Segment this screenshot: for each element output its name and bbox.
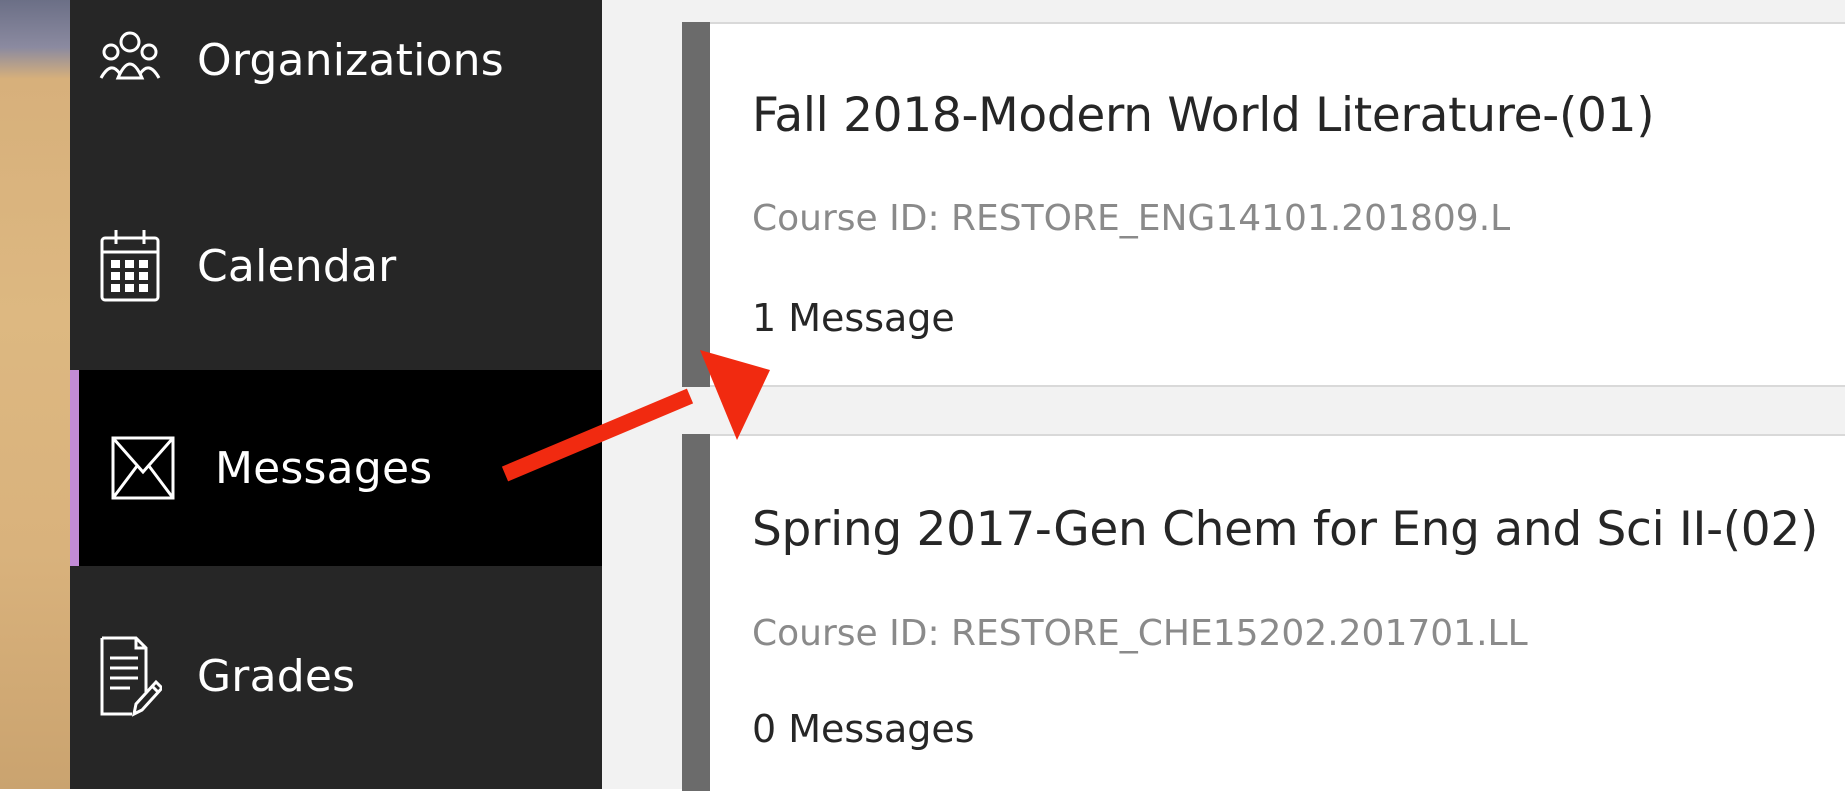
course-title[interactable]: Spring 2017-Gen Chem for Eng and Sci II-… xyxy=(752,502,1818,557)
sidebar-item-grades[interactable]: Grades xyxy=(70,578,602,774)
course-card[interactable]: Spring 2017-Gen Chem for Eng and Sci II-… xyxy=(682,434,1845,791)
sidebar-item-label: Messages xyxy=(215,442,433,494)
course-card[interactable]: Fall 2018-Modern World Literature-(01) C… xyxy=(682,22,1845,387)
people-group-icon xyxy=(98,28,162,92)
sidebar-item-label: Organizations xyxy=(197,34,504,86)
course-id: Course ID: RESTORE_CHE15202.201701.LL xyxy=(752,613,1528,654)
sidebar-item-messages[interactable]: Messages xyxy=(70,370,602,566)
background-image-strip xyxy=(0,0,70,789)
sidebar-item-organizations[interactable]: Organizations xyxy=(70,0,602,158)
message-count[interactable]: 1 Message xyxy=(752,296,955,340)
envelope-icon xyxy=(111,436,175,500)
course-id: Course ID: RESTORE_ENG14101.201809.L xyxy=(752,198,1511,239)
grades-document-icon xyxy=(98,636,162,717)
calendar-icon xyxy=(98,230,162,302)
message-count[interactable]: 0 Messages xyxy=(752,707,975,751)
course-title[interactable]: Fall 2018-Modern World Literature-(01) xyxy=(752,88,1655,143)
sidebar-item-label: Grades xyxy=(197,650,356,702)
sidebar-nav: Organizations Calendar Messages Grades xyxy=(70,0,602,789)
sidebar-item-calendar[interactable]: Calendar xyxy=(70,168,602,364)
sidebar-item-label: Calendar xyxy=(197,240,397,292)
course-messages-list: Fall 2018-Modern World Literature-(01) C… xyxy=(602,0,1845,791)
